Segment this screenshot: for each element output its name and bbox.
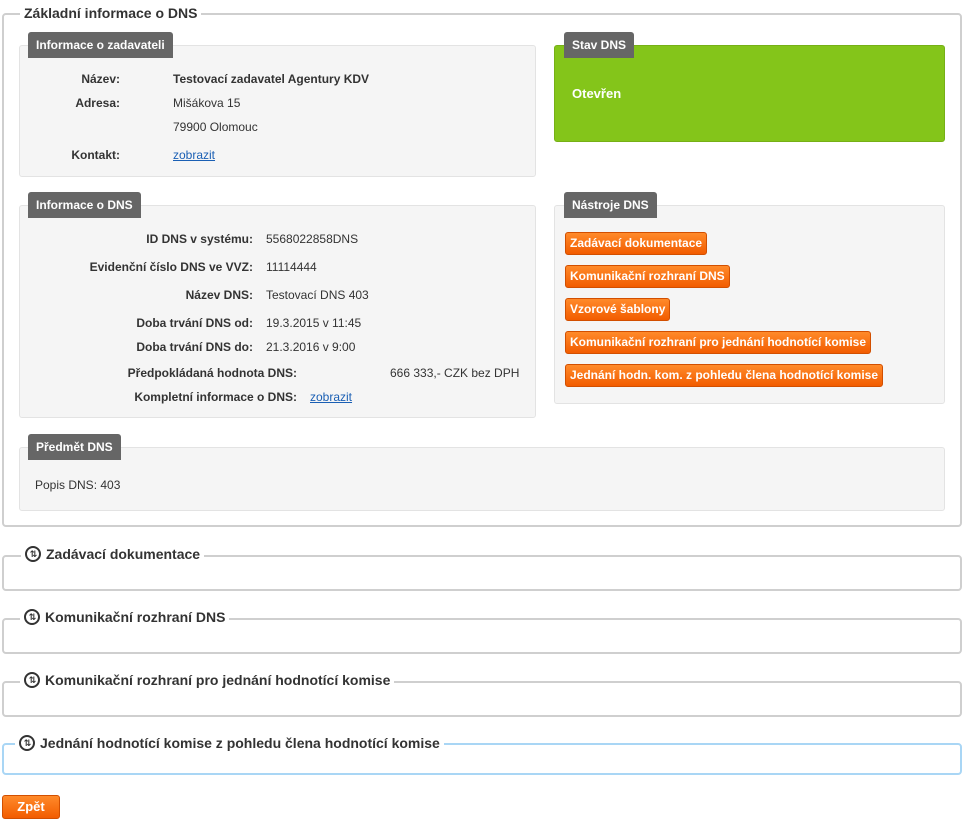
kontakt-link[interactable]: zobrazit bbox=[173, 148, 215, 162]
nazev-label: Název: bbox=[81, 72, 120, 86]
doba-do-label: Doba trvání DNS do: bbox=[136, 340, 253, 354]
expand-toggle-icon: ⇅ bbox=[24, 609, 40, 625]
dns-id-value: 5568022858DNS bbox=[266, 232, 359, 246]
kompletni-label: Kompletní informace o DNS: bbox=[134, 390, 297, 404]
section-title: Jednání hodnotící komise z pohledu člena… bbox=[40, 735, 440, 751]
vzorove-sablony-button[interactable]: Vzorové šablony bbox=[565, 298, 671, 321]
kompletni-link[interactable]: zobrazit bbox=[310, 390, 352, 404]
predmet-panel bbox=[19, 447, 945, 511]
komunikacni-rozhrani-komise-button[interactable]: Komunikační rozhraní pro jednání hodnotí… bbox=[565, 331, 872, 354]
predmet-popis: Popis DNS: 403 bbox=[35, 478, 121, 492]
doba-od-value: 19.3.2015 v 11:45 bbox=[266, 316, 362, 330]
section-title: Zadávací dokumentace bbox=[46, 546, 201, 562]
expand-toggle-icon: ⇅ bbox=[24, 672, 40, 688]
hodnota-label: Předpokládaná hodnota DNS: bbox=[127, 366, 297, 380]
stav-value: Otevřen bbox=[572, 86, 622, 101]
kontakt-label: Kontakt: bbox=[71, 148, 120, 162]
evidencni-label: Evidenční číslo DNS ve VVZ: bbox=[89, 260, 253, 274]
adresa-line1: Mišákova 15 bbox=[173, 96, 241, 110]
section-komunikacni-rozhrani-komise-toggle[interactable]: ⇅ Komunikační rozhraní pro jednání hodno… bbox=[20, 672, 395, 688]
section-title: Komunikační rozhraní pro jednání hodnotí… bbox=[45, 672, 391, 688]
adresa-line2: 79900 Olomouc bbox=[173, 120, 258, 134]
doba-od-label: Doba trvání DNS od: bbox=[136, 316, 253, 330]
zadavatel-tab: Informace o zadavateli bbox=[28, 32, 173, 58]
section-zadavaci-dokumentace-toggle[interactable]: ⇅ Zadávací dokumentace bbox=[21, 546, 205, 562]
adresa-label: Adresa: bbox=[75, 96, 120, 110]
nazev-dns-value: Testovací DNS 403 bbox=[266, 288, 369, 302]
stav-tab: Stav DNS bbox=[564, 32, 635, 58]
section-jednani-komise-toggle[interactable]: ⇅ Jednání hodnotící komise z pohledu čle… bbox=[15, 735, 444, 751]
nastroje-tab: Nástroje DNS bbox=[564, 192, 657, 218]
predmet-tab: Předmět DNS bbox=[28, 434, 121, 460]
komunikacni-rozhrani-button[interactable]: Komunikační rozhraní DNS bbox=[565, 265, 730, 288]
expand-toggle-icon: ⇅ bbox=[19, 735, 35, 751]
expand-toggle-icon: ⇅ bbox=[25, 546, 41, 562]
section-komunikacni-rozhrani-toggle[interactable]: ⇅ Komunikační rozhraní DNS bbox=[20, 609, 230, 625]
nazev-dns-label: Název DNS: bbox=[185, 288, 253, 302]
stav-panel: Otevřen bbox=[554, 45, 945, 142]
doba-do-value: 21.3.2016 v 9:00 bbox=[266, 340, 356, 354]
nazev-value: Testovací zadavatel Agentury KDV bbox=[173, 72, 370, 86]
jednani-clena-komise-button[interactable]: Jednání hodn. kom. z pohledu člena hodno… bbox=[565, 364, 884, 387]
dns-info-tab: Informace o DNS bbox=[28, 192, 141, 218]
section-title: Komunikační rozhraní DNS bbox=[45, 609, 226, 625]
evidencni-value: 11114444 bbox=[266, 260, 317, 274]
back-button[interactable]: Zpět bbox=[2, 795, 60, 819]
zadavaci-dokumentace-button[interactable]: Zadávací dokumentace bbox=[565, 232, 708, 255]
dns-id-label: ID DNS v systému: bbox=[146, 232, 253, 246]
basic-info-legend: Základní informace o DNS bbox=[20, 5, 202, 21]
hodnota-value: 666 333,- CZK bez DPH bbox=[390, 366, 520, 380]
